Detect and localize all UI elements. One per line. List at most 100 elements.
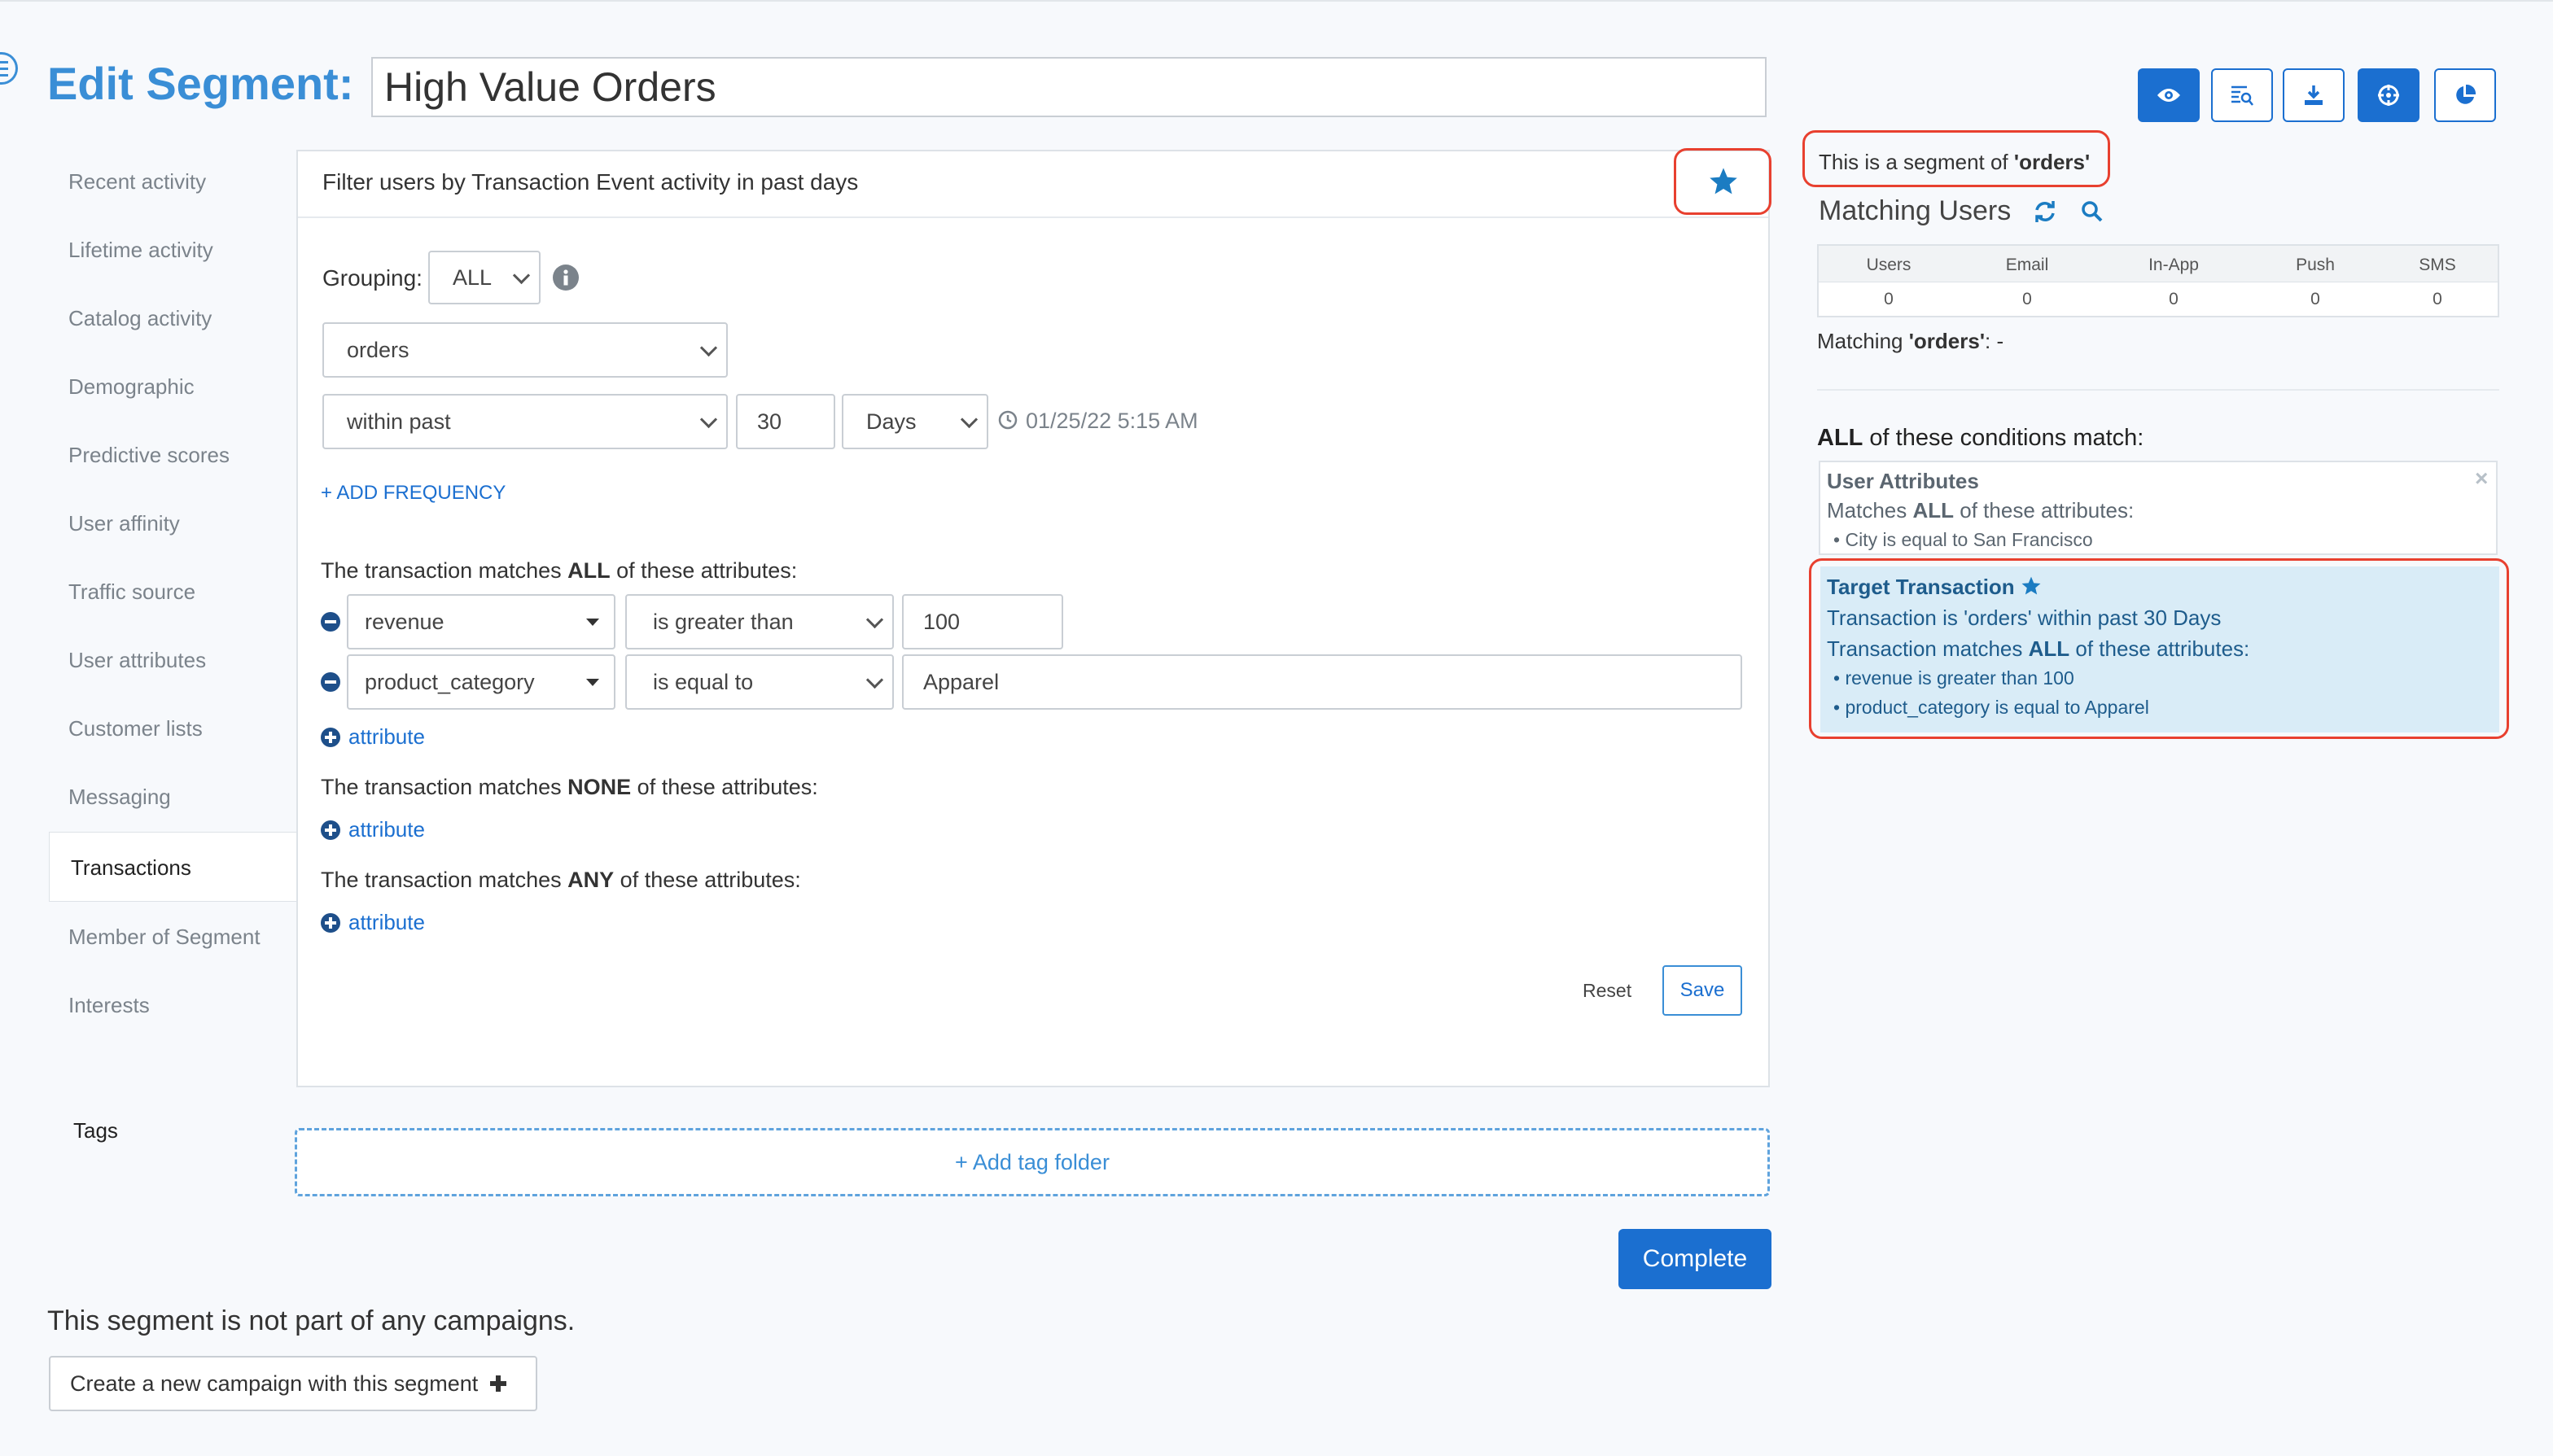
conditions-heading: ALL of these conditions match: (1817, 425, 2144, 451)
segment-of-text: This is a segment of 'orders' (1819, 150, 2091, 174)
add-attribute-icon[interactable] (321, 913, 340, 933)
grouping-select[interactable]: ALL (428, 251, 541, 304)
create-campaign-label: Create a new campaign with this segment (70, 1371, 479, 1396)
plus-icon (490, 1375, 507, 1392)
all-section-label: The transaction matches ALL of these att… (321, 558, 798, 583)
clock-icon (998, 410, 1018, 434)
add-frequency-link[interactable]: + ADD FREQUENCY (321, 482, 506, 505)
info-icon[interactable] (552, 264, 580, 295)
sidebar-item-member-of-segment[interactable]: Member of Segment (68, 925, 261, 950)
stats-value-inapp: 0 (2169, 290, 2179, 308)
filter-header: Filter users by Transaction Event activi… (322, 169, 859, 195)
divider (1817, 389, 2499, 391)
add-attribute-icon[interactable] (321, 728, 340, 747)
time-amount-input[interactable]: 30 (736, 394, 835, 449)
stats-col-users: Users (1866, 256, 1911, 274)
sidebar-item-demographic[interactable]: Demographic (68, 374, 195, 400)
attribute-value: product_category (365, 669, 535, 694)
sidebar-item-customer-lists[interactable]: Customer lists (68, 716, 203, 741)
star-icon (1710, 168, 1737, 195)
create-campaign-button[interactable]: Create a new campaign with this segment (49, 1356, 537, 1411)
stats-col-email: Email (2005, 256, 2049, 274)
campaigns-message: This segment is not part of any campaign… (47, 1305, 576, 1336)
analytics-button[interactable] (2434, 68, 2496, 122)
divider (298, 216, 1768, 218)
remove-row-icon[interactable] (321, 612, 340, 632)
sidebar-item-recent-activity[interactable]: Recent activity (68, 169, 206, 195)
condition-item: • City is equal to San Francisco (1833, 529, 2093, 550)
time-mode-value: within past (347, 409, 451, 434)
page-title: Edit Segment: (47, 58, 354, 109)
refresh-icon[interactable] (2034, 200, 2056, 227)
add-tag-folder-button[interactable]: + Add tag folder (295, 1128, 1770, 1196)
stats-value-users: 0 (1884, 290, 1894, 308)
sidebar-item-traffic-source[interactable]: Traffic source (68, 579, 195, 605)
stats-col-push: Push (2296, 256, 2335, 274)
stats-col-inapp: In-App (2148, 256, 2199, 274)
search-icon[interactable] (2081, 200, 2104, 227)
sidebar-item-user-affinity[interactable]: User affinity (68, 511, 180, 536)
star-icon (2021, 576, 2041, 595)
operator-select[interactable]: is equal to (625, 654, 894, 710)
sidebar-item-label: Transactions (71, 855, 191, 880)
reset-button[interactable]: Reset (1583, 980, 1631, 1002)
add-attribute-link[interactable]: attribute (348, 910, 425, 935)
add-attribute-link[interactable]: attribute (348, 724, 425, 750)
target-transaction-title: Target Transaction (1827, 575, 2042, 600)
time-mode-select[interactable]: within past (322, 394, 728, 449)
add-attribute-link[interactable]: attribute (348, 817, 425, 842)
target-transaction-match: Transaction matches ALL of these attribu… (1827, 636, 2250, 661)
matching-users-title: Matching Users (1819, 195, 2012, 226)
settings-button[interactable] (2358, 68, 2419, 122)
preview-button[interactable] (2138, 68, 2200, 122)
stats-value-sms: 0 (2433, 290, 2442, 308)
value-input[interactable]: 100 (902, 594, 1063, 649)
time-unit-select[interactable]: Days (842, 394, 988, 449)
eye-icon (2157, 89, 2180, 102)
menu-toggle-icon[interactable] (0, 52, 18, 85)
stats-value-email: 0 (2022, 290, 2032, 308)
stats-value-push: 0 (2310, 290, 2320, 308)
event-select[interactable]: orders (322, 322, 728, 378)
attribute-value: revenue (365, 609, 444, 634)
favorite-star-button[interactable] (1708, 166, 1739, 201)
download-icon (2305, 85, 2323, 105)
top-border (0, 0, 2553, 2)
sidebar-item-messaging[interactable]: Messaging (68, 785, 171, 810)
segment-name-input[interactable] (371, 57, 1767, 117)
attribute-select[interactable]: product_category (347, 654, 615, 710)
value-input[interactable]: Apparel (902, 654, 1742, 710)
close-icon[interactable]: × (2475, 466, 2488, 492)
export-button[interactable] (2283, 68, 2345, 122)
condition-item: • revenue is greater than 100 (1833, 667, 2074, 689)
crosshair-icon (2378, 85, 2399, 106)
sidebar-item-catalog-activity[interactable]: Catalog activity (68, 306, 212, 331)
pie-chart-icon (2456, 84, 2476, 104)
complete-button[interactable]: Complete (1618, 1229, 1771, 1289)
sidebar-item-predictive-scores[interactable]: Predictive scores (68, 443, 230, 468)
sidebar-item-transactions[interactable]: Transactions (49, 832, 298, 902)
operator-value: is greater than (653, 609, 794, 634)
any-section-label: The transaction matches ANY of these att… (321, 868, 801, 892)
sidebar-item-user-attributes[interactable]: User attributes (68, 648, 206, 673)
grouping-value: ALL (453, 265, 493, 290)
operator-select[interactable]: is greater than (625, 594, 894, 649)
search-list-icon (2231, 85, 2253, 106)
save-button[interactable]: Save (1662, 965, 1742, 1016)
operator-value: is equal to (653, 669, 754, 694)
condition-item: • product_category is equal to Apparel (1833, 697, 2149, 718)
none-section-label: The transaction matches NONE of these at… (321, 775, 818, 799)
matching-orders-text: Matching 'orders': - (1817, 329, 2004, 353)
inspect-button[interactable] (2211, 68, 2273, 122)
sidebar-item-interests[interactable]: Interests (68, 993, 150, 1018)
add-attribute-icon[interactable] (321, 820, 340, 840)
time-unit-value: Days (866, 409, 917, 434)
sidebar-item-lifetime-activity[interactable]: Lifetime activity (68, 238, 213, 263)
matching-stats-table: Users Email In-App Push SMS 0 0 0 0 0 (1817, 244, 2499, 317)
target-transaction-line: Transaction is 'orders' within past 30 D… (1827, 606, 2222, 630)
user-attributes-title: User Attributes (1827, 469, 1979, 493)
remove-row-icon[interactable] (321, 672, 340, 692)
event-value: orders (347, 337, 409, 362)
attribute-select[interactable]: revenue (347, 594, 615, 649)
timestamp: 01/25/22 5:15 AM (1026, 409, 1198, 433)
